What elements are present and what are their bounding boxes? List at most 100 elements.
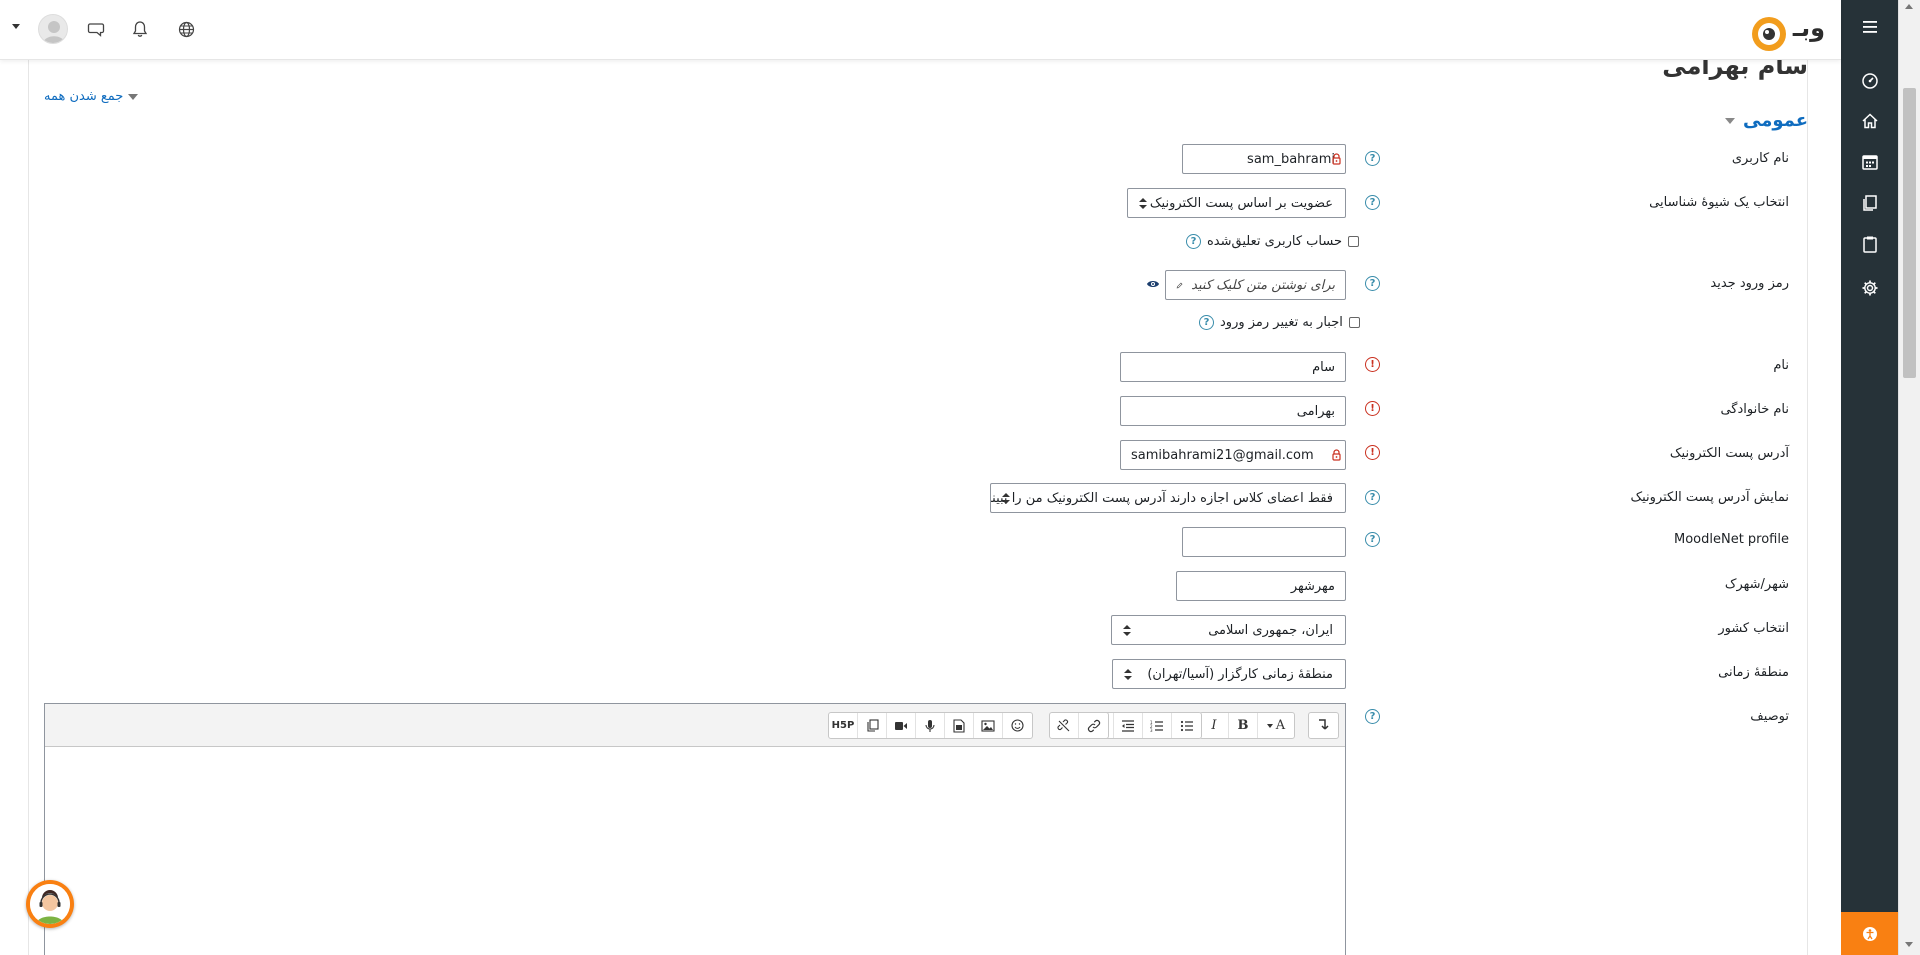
lock-icon — [1332, 449, 1341, 461]
firstname-label: نام — [1773, 358, 1789, 373]
caret-down-icon[interactable] — [12, 24, 20, 29]
clipboard-icon[interactable] — [1841, 229, 1898, 259]
scrollbar-thumb[interactable] — [1903, 88, 1916, 378]
svg-text:3: 3 — [1150, 728, 1153, 732]
username-input[interactable]: sam_bahrami — [1182, 144, 1346, 174]
suspended-row: حساب کاربری تعلیق‌شده ? — [1186, 234, 1359, 249]
user-avatar[interactable] — [38, 14, 68, 44]
top-navbar: وبـ — [0, 0, 1841, 60]
city-value: مهرشهر — [1290, 578, 1335, 594]
manage-files-icon[interactable] — [858, 713, 887, 738]
email-display-value: فقط اعضای کلاس اجازه دارند آدرس پست الکت… — [990, 490, 1333, 506]
bold-icon[interactable]: B — [1229, 713, 1258, 738]
help-icon[interactable]: ? — [1365, 490, 1380, 505]
collapse-all-label: جمع شدن همه — [44, 89, 124, 104]
image-icon[interactable] — [974, 713, 1003, 738]
unlink-icon[interactable] — [1050, 713, 1079, 738]
dashboard-icon[interactable] — [1841, 66, 1898, 96]
help-icon[interactable]: ? — [1365, 151, 1380, 166]
select-arrows-icon — [1139, 198, 1147, 210]
suspended-checkbox[interactable] — [1347, 236, 1359, 247]
toolbar-group-media: H5P — [828, 712, 1033, 739]
lock-icon — [1332, 153, 1341, 165]
chat-icon[interactable] — [84, 17, 108, 41]
logo-text: وبـ — [1792, 14, 1825, 42]
page-scrollbar[interactable] — [1898, 0, 1920, 955]
calendar-icon[interactable] — [1841, 147, 1898, 177]
email-input[interactable]: samibahrami21@gmail.com — [1120, 440, 1346, 470]
media-icon[interactable] — [945, 713, 974, 738]
moodlenet-label: MoodleNet profile — [1673, 532, 1789, 547]
firstname-input[interactable]: سام — [1120, 352, 1346, 382]
section-general-label: عمومی — [1742, 110, 1808, 131]
timezone-select[interactable]: منطقهٔ زمانی کارگزار (آسیا/تهران) — [1112, 659, 1346, 689]
h5p-icon[interactable]: H5P — [829, 713, 858, 738]
help-icon[interactable]: ? — [1365, 276, 1380, 291]
toolbar-group-links — [1049, 712, 1109, 739]
required-icon: ! — [1365, 445, 1380, 460]
support-agent-avatar — [30, 884, 70, 924]
home-icon[interactable] — [1841, 106, 1898, 136]
unordered-list-icon[interactable] — [1172, 713, 1201, 738]
ordered-list-icon[interactable]: 123 — [1143, 713, 1172, 738]
country-value: ایران، جمهوری اسلامی — [1208, 622, 1333, 638]
select-arrows-icon — [1124, 669, 1132, 681]
collapse-all-link[interactable]: جمع شدن همه — [44, 89, 139, 104]
moodlenet-input[interactable] — [1182, 527, 1346, 557]
outdent-icon[interactable] — [1114, 713, 1143, 738]
support-chat-button[interactable] — [26, 880, 74, 928]
help-icon[interactable]: ? — [1186, 234, 1201, 249]
undo-icon[interactable] — [1309, 713, 1338, 738]
help-icon[interactable]: ? — [1365, 532, 1380, 547]
right-sidebar — [1841, 0, 1898, 955]
auth-value: عضویت بر اساس پست الکترونیک — [1149, 195, 1333, 211]
link-icon[interactable] — [1079, 713, 1108, 738]
help-icon[interactable]: ? — [1365, 195, 1380, 210]
italic-icon[interactable]: I — [1200, 713, 1229, 738]
scroll-up-icon[interactable] — [1905, 4, 1913, 9]
record-audio-icon[interactable] — [916, 713, 945, 738]
gear-icon[interactable] — [1841, 273, 1898, 303]
email-display-select[interactable]: فقط اعضای کلاس اجازه دارند آدرس پست الکت… — [990, 483, 1346, 513]
font-style-icon[interactable]: A — [1258, 713, 1294, 738]
firstname-value: سام — [1312, 359, 1335, 375]
pencil-icon — [1176, 282, 1183, 288]
accessibility-icon[interactable] — [1841, 912, 1898, 955]
eye-icon[interactable] — [1146, 278, 1160, 293]
lastname-value: بهرامی — [1296, 403, 1335, 419]
email-display-label: نمایش آدرس پست الکترونیک — [1630, 490, 1789, 505]
help-icon[interactable]: ? — [1199, 315, 1214, 330]
force-change-row: اجبار به تغییر رمز ورود ? — [1199, 315, 1360, 330]
emoji-icon[interactable] — [1003, 713, 1032, 738]
email-value: samibahrami21@gmail.com — [1131, 447, 1314, 463]
required-icon: ! — [1365, 401, 1380, 416]
new-password-label: رمز ورود جدید — [1710, 276, 1789, 291]
force-change-label: اجبار به تغییر رمز ورود — [1220, 315, 1343, 330]
auth-select[interactable]: عضویت بر اساس پست الکترونیک — [1127, 188, 1346, 218]
required-icon: ! — [1365, 357, 1380, 372]
toolbar-group-history — [1308, 712, 1339, 739]
scroll-down-icon[interactable] — [1905, 942, 1913, 947]
globe-icon[interactable] — [174, 17, 198, 41]
new-password-input[interactable]: برای نوشتن متن کلیک کنید — [1165, 270, 1346, 300]
chevron-down-icon — [128, 93, 139, 100]
city-label: شهر/شهرک — [1724, 577, 1789, 592]
country-select[interactable]: ایران، جمهوری اسلامی — [1111, 615, 1346, 645]
description-editor[interactable]: I B A 123 H5P — [44, 703, 1346, 955]
email-label: آدرس پست الکترونیک — [1669, 446, 1789, 461]
menu-icon[interactable] — [1841, 12, 1898, 42]
help-icon[interactable]: ? — [1365, 709, 1380, 724]
site-logo[interactable]: وبـ — [1745, 6, 1830, 54]
select-arrows-icon — [1002, 493, 1010, 505]
files-icon[interactable] — [1841, 188, 1898, 218]
country-label: انتخاب کشور — [1718, 621, 1789, 636]
bell-icon[interactable] — [128, 17, 152, 41]
force-change-checkbox[interactable] — [1348, 317, 1360, 328]
section-general-toggle[interactable]: عمومی — [1724, 110, 1808, 131]
description-label: توصیف — [1750, 709, 1789, 724]
record-video-icon[interactable] — [887, 713, 916, 738]
city-input[interactable]: مهرشهر — [1176, 571, 1346, 601]
lastname-input[interactable]: بهرامی — [1120, 396, 1346, 426]
new-password-placeholder: برای نوشتن متن کلیک کنید — [1191, 277, 1335, 293]
chevron-down-icon — [1266, 723, 1273, 728]
